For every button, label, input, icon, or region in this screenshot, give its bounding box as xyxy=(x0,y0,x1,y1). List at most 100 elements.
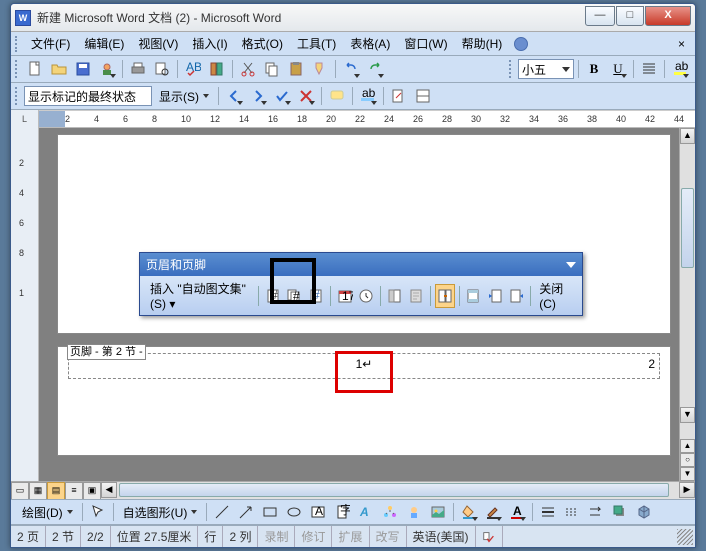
hf-insert-autotext-button[interactable]: 插入 "自动图文集" (S) ▾ xyxy=(146,280,254,311)
toolbar-grip-icon[interactable] xyxy=(15,87,21,105)
font-color-icon[interactable]: A xyxy=(506,501,528,523)
arrow-style-icon[interactable] xyxy=(585,501,607,523)
status-ext[interactable]: 扩展 xyxy=(332,526,369,547)
doc-close-icon[interactable]: × xyxy=(678,37,685,51)
line-style-icon[interactable] xyxy=(537,501,559,523)
hf-same-as-previous-icon[interactable] xyxy=(435,284,455,308)
new-doc-icon[interactable] xyxy=(24,58,46,80)
hf-toolbar-options-icon[interactable] xyxy=(566,262,576,268)
print-icon[interactable] xyxy=(127,58,149,80)
dash-style-icon[interactable] xyxy=(561,501,583,523)
reviewing-pane-icon[interactable] xyxy=(412,85,434,107)
hf-insert-page-number-icon[interactable]: # xyxy=(263,284,283,308)
show-markup-button[interactable]: 显示(S) xyxy=(154,85,214,107)
oval-icon[interactable] xyxy=(283,501,305,523)
shadow-style-icon[interactable] xyxy=(609,501,631,523)
print-preview-icon[interactable] xyxy=(151,58,173,80)
save-icon[interactable] xyxy=(72,58,94,80)
hf-page-setup-icon[interactable] xyxy=(385,284,405,308)
fill-color-icon[interactable] xyxy=(458,501,480,523)
ruler-scale[interactable]: 2468101214161820222426283032343638404244 xyxy=(39,110,695,127)
copy-icon[interactable] xyxy=(261,58,283,80)
menu-help[interactable]: 帮助(H) xyxy=(456,33,509,54)
vertical-textbox-icon[interactable]: 字 xyxy=(331,501,353,523)
hf-show-previous-icon[interactable] xyxy=(485,284,505,308)
menu-tools[interactable]: 工具(T) xyxy=(291,33,342,54)
reject-change-icon[interactable] xyxy=(295,85,317,107)
accept-change-icon[interactable] xyxy=(271,85,293,107)
clipart-icon[interactable] xyxy=(403,501,425,523)
menu-table[interactable]: 表格(A) xyxy=(344,33,396,54)
undo-icon[interactable] xyxy=(340,58,362,80)
spelling-icon[interactable]: ABC xyxy=(182,58,204,80)
minimize-button[interactable]: — xyxy=(585,6,615,26)
menu-file[interactable]: 文件(F) xyxy=(25,33,76,54)
prev-page-icon[interactable]: ▲ xyxy=(680,439,695,453)
status-spellcheck-icon[interactable] xyxy=(476,526,503,547)
diagram-icon[interactable] xyxy=(379,501,401,523)
hscroll-thumb[interactable] xyxy=(119,483,669,497)
permission-icon[interactable] xyxy=(96,58,118,80)
scroll-right-icon[interactable]: ▶ xyxy=(679,482,695,498)
menu-insert[interactable]: 插入(I) xyxy=(186,33,233,54)
vertical-ruler[interactable]: 2 4 6 8 1 xyxy=(11,128,39,481)
redo-icon[interactable] xyxy=(364,58,386,80)
menu-format[interactable]: 格式(O) xyxy=(236,33,289,54)
next-change-icon[interactable] xyxy=(247,85,269,107)
format-painter-icon[interactable] xyxy=(309,58,331,80)
toolbar-grip-icon[interactable] xyxy=(15,60,21,78)
rectangle-icon[interactable] xyxy=(259,501,281,523)
menu-window[interactable]: 窗口(W) xyxy=(398,33,453,54)
line-color-icon[interactable] xyxy=(482,501,504,523)
status-language[interactable]: 英语(美国) xyxy=(407,526,476,547)
web-view-icon[interactable]: ▦ xyxy=(29,482,47,500)
3d-style-icon[interactable] xyxy=(633,501,655,523)
status-rec[interactable]: 录制 xyxy=(258,526,295,547)
underline-icon[interactable]: U xyxy=(607,58,629,80)
hf-show-next-icon[interactable] xyxy=(507,284,527,308)
hf-switch-header-footer-icon[interactable] xyxy=(463,284,483,308)
maximize-button[interactable]: □ xyxy=(616,6,644,26)
bold-icon[interactable]: B xyxy=(583,58,605,80)
display-review-combo[interactable]: 显示标记的最终状态 xyxy=(24,86,152,106)
outline-view-icon[interactable]: ≡ xyxy=(65,482,83,500)
align-justify-icon[interactable] xyxy=(638,58,660,80)
vertical-scrollbar[interactable]: ▲ ▼ ▲ ○ ▼ xyxy=(679,128,695,481)
track-changes-icon[interactable] xyxy=(388,85,410,107)
scroll-left-icon[interactable]: ◀ xyxy=(101,482,117,498)
hf-toolbar-titlebar[interactable]: 页眉和页脚 xyxy=(140,253,582,276)
highlight-tool-icon[interactable]: ab xyxy=(357,85,379,107)
hf-insert-date-icon[interactable]: 17 xyxy=(335,284,355,308)
select-browse-object-icon[interactable]: ○ xyxy=(680,453,695,467)
hf-insert-page-count-icon[interactable]: # xyxy=(285,284,305,308)
toolbar-grip-icon[interactable] xyxy=(15,36,21,52)
close-button[interactable]: X xyxy=(645,6,691,26)
paste-icon[interactable] xyxy=(285,58,307,80)
header-footer-toolbar[interactable]: 页眉和页脚 插入 "自动图文集" (S) ▾ # # # 17 xyxy=(139,252,583,316)
arrow-icon[interactable] xyxy=(235,501,257,523)
scroll-thumb[interactable] xyxy=(681,188,694,268)
prev-change-icon[interactable] xyxy=(223,85,245,107)
insert-picture-icon[interactable] xyxy=(427,501,449,523)
next-page-icon[interactable]: ▼ xyxy=(680,467,695,481)
line-icon[interactable] xyxy=(211,501,233,523)
normal-view-icon[interactable]: ▭ xyxy=(11,482,29,500)
resize-grip-icon[interactable] xyxy=(677,529,693,545)
new-comment-icon[interactable] xyxy=(326,85,348,107)
reading-view-icon[interactable]: ▣ xyxy=(83,482,101,500)
scroll-up-icon[interactable]: ▲ xyxy=(680,128,695,144)
textbox-icon[interactable]: A xyxy=(307,501,329,523)
help-icon[interactable] xyxy=(514,37,528,51)
toolbar-grip-icon[interactable] xyxy=(509,60,515,78)
print-layout-view-icon[interactable]: ▤ xyxy=(47,482,65,500)
status-trk[interactable]: 修订 xyxy=(295,526,332,547)
footer-page-number[interactable]: 1↵ xyxy=(356,357,373,371)
menu-view[interactable]: 视图(V) xyxy=(132,33,184,54)
status-ovr[interactable]: 改写 xyxy=(370,526,407,547)
document-area[interactable]: 页脚 - 第 2 节 - 1↵ 2 页眉和页脚 插入 "自动图文集" (S) ▾… xyxy=(39,128,679,481)
hf-insert-time-icon[interactable] xyxy=(356,284,376,308)
select-objects-icon[interactable] xyxy=(87,501,109,523)
horizontal-scrollbar[interactable]: ◀ ▶ xyxy=(101,482,695,499)
autoshapes-button[interactable]: 自选图形(U) xyxy=(118,501,203,523)
hf-format-page-number-icon[interactable]: # xyxy=(306,284,326,308)
